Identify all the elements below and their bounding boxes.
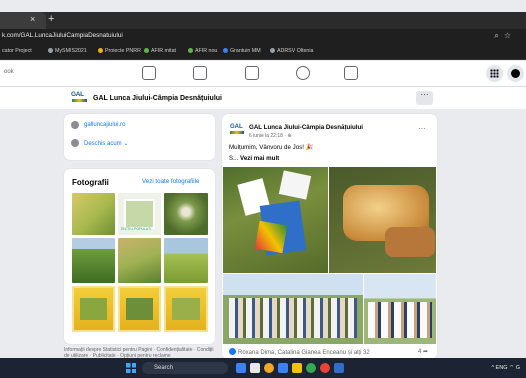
post-author-name[interactable]: GAL Lunca Jiului-Câmpia Desnățuiului — [249, 124, 363, 131]
photo-thumbnail[interactable] — [118, 238, 161, 283]
messenger-button[interactable] — [507, 65, 524, 82]
see-all-photos-link[interactable]: Vezi toate fotografiile — [142, 178, 199, 185]
post-image[interactable] — [223, 274, 363, 344]
post-author-avatar[interactable]: GAL — [230, 124, 245, 136]
windows-taskbar: Search ^ ENG ⌔ G — [0, 358, 526, 378]
like-icon — [229, 348, 236, 355]
bookmark-item[interactable]: Proiecte PNRR — [98, 48, 141, 54]
post-image[interactable] — [329, 167, 436, 273]
bookmark-item[interactable]: MySMIS2021 — [48, 48, 87, 54]
facebook-search-input[interactable]: ook — [4, 69, 14, 75]
bookmark-icon — [270, 48, 275, 53]
page-logo[interactable]: GAL — [71, 91, 88, 104]
post-reactions[interactable]: Roxana Dima, Catalina Gianea Enceanu și … — [229, 348, 370, 356]
photo-thumbnail[interactable] — [164, 286, 208, 332]
photo-thumbnail[interactable] — [164, 238, 208, 283]
taskbar-app-icon[interactable] — [320, 363, 330, 373]
taskbar-app-icon[interactable] — [334, 363, 344, 373]
post-image[interactable] — [364, 274, 436, 344]
url-text[interactable]: k.com/GAL.LuncaJiuluiCampiaDesnatuiului — [2, 32, 123, 39]
video-icon[interactable] — [193, 66, 207, 80]
new-tab-icon[interactable]: + — [48, 13, 54, 25]
post-more-icon[interactable]: ··· — [418, 124, 426, 133]
page-title[interactable]: GAL Lunca Jiului-Câmpia Desnățuiului — [93, 95, 222, 102]
groups-icon[interactable] — [296, 66, 310, 80]
bookmarks-bar: cator Project MySMIS2021 Proiecte PNRR A… — [0, 45, 526, 60]
photo-thumbnail[interactable] — [72, 238, 115, 283]
messenger-icon — [511, 69, 520, 78]
menu-button[interactable] — [486, 65, 503, 82]
globe-icon — [71, 121, 79, 129]
home-icon[interactable] — [142, 66, 156, 80]
hours-link[interactable]: Deschis acum ⌄ — [84, 140, 128, 147]
photo-thumbnail[interactable] — [164, 193, 208, 235]
post-comments-count[interactable]: 4 ➦ — [418, 348, 428, 355]
photos-title: Fotografii — [72, 178, 109, 187]
address-bar-actions[interactable]: ⌕☆ — [494, 31, 516, 41]
bookmark-icon — [144, 48, 149, 53]
taskbar-search-input[interactable]: Search — [142, 362, 228, 374]
bookmark-item[interactable]: cator Project — [2, 48, 32, 54]
photo-thumbnail[interactable] — [72, 193, 115, 235]
bookmark-item[interactable]: AFIR nou — [188, 48, 217, 54]
tab-close-icon[interactable]: × — [30, 14, 35, 24]
page-more-button[interactable]: ··· — [416, 91, 433, 105]
gaming-icon[interactable] — [344, 66, 358, 80]
address-bar[interactable]: k.com/GAL.LuncaJiuluiCampiaDesnatuiului … — [0, 29, 526, 45]
clock-icon — [71, 139, 79, 147]
bookmark-icon — [48, 48, 53, 53]
screen: × + k.com/GAL.LuncaJiuluiCampiaDesnatuiu… — [0, 0, 526, 378]
chrome-icon[interactable] — [264, 363, 274, 373]
post-see-more[interactable]: S... Vezi mai mult — [229, 155, 279, 162]
bookmark-icon — [188, 48, 193, 53]
windows-start-icon[interactable] — [126, 363, 136, 373]
system-tray[interactable]: ^ ENG ⌔ G — [491, 364, 520, 371]
bookmark-item[interactable]: AFIR mitat — [144, 48, 176, 54]
taskbar-app-icon[interactable] — [236, 363, 246, 373]
taskbar-app-icon[interactable] — [306, 363, 316, 373]
browser-tab[interactable]: × — [0, 12, 46, 29]
bookmark-item[interactable]: Grantuin MM — [223, 48, 261, 54]
post-timestamp[interactable]: 6 iunie la 22:18 · ⊕ — [249, 133, 292, 139]
folder-icon[interactable] — [292, 363, 302, 373]
website-link[interactable]: galluncajiului.ro — [84, 122, 125, 128]
facebook-navbar: ook — [0, 61, 526, 87]
marketplace-icon[interactable] — [245, 66, 259, 80]
bookmark-icon — [98, 48, 103, 53]
post-image[interactable] — [223, 167, 328, 273]
intro-card: galluncajiului.ro Deschis acum ⌄ — [64, 114, 215, 160]
browser-tab-strip: × + — [0, 12, 526, 29]
grid-menu-icon — [490, 69, 499, 78]
bookmark-icon — [223, 48, 228, 53]
chevron-down-icon: ⌄ — [123, 141, 129, 147]
bookmark-item[interactable]: ADRSV Oltenia — [270, 48, 314, 54]
photo-thumbnail[interactable] — [118, 286, 161, 332]
post-text: Mulțumim, Vânvoru de Jos! 🎉 — [229, 144, 314, 151]
taskbar-app-icon[interactable] — [250, 363, 260, 373]
photo-thumbnail[interactable]: ENTRU POPULATI — [118, 193, 161, 235]
photo-thumbnail[interactable] — [72, 286, 115, 332]
taskbar-app-icon[interactable] — [278, 363, 288, 373]
